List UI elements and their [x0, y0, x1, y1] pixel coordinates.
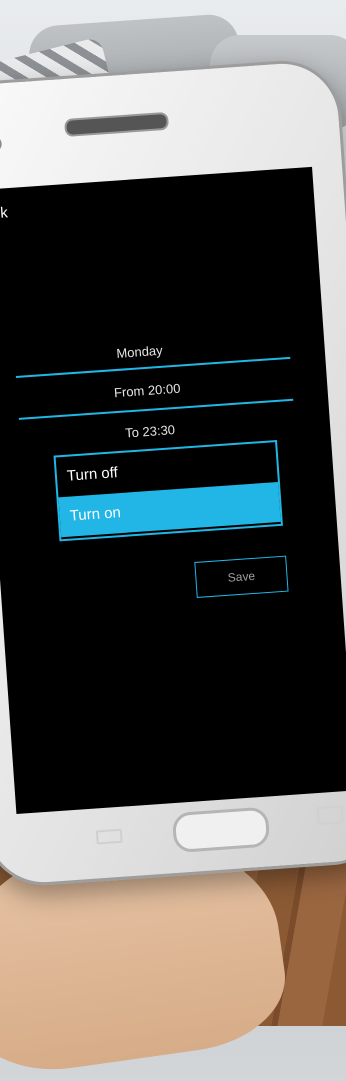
back-button[interactable]: Back: [0, 204, 8, 223]
home-button[interactable]: [171, 806, 271, 854]
phone-screen: Back Monday From 20:00 To 23:30 Turn off…: [0, 166, 346, 815]
menu-key-icon[interactable]: [316, 805, 344, 826]
save-button[interactable]: Save: [194, 555, 289, 598]
smartphone: Back Monday From 20:00 To 23:30 Turn off…: [0, 56, 346, 890]
earpiece-speaker: [64, 111, 170, 137]
front-camera-icon: [0, 135, 3, 153]
back-key-icon[interactable]: [95, 828, 123, 845]
action-listbox[interactable]: Turn off Turn on: [53, 439, 283, 542]
from-time-field[interactable]: From 20:00: [0, 372, 307, 409]
day-label[interactable]: Monday: [0, 334, 295, 371]
